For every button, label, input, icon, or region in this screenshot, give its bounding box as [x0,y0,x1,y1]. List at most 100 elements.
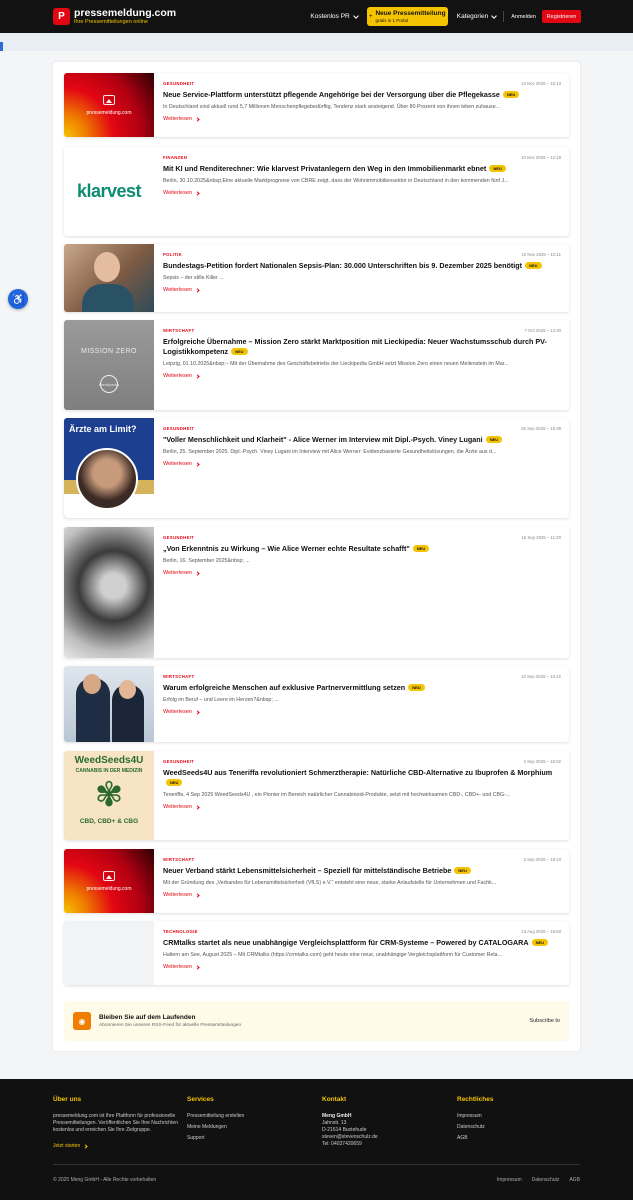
article-title[interactable]: Neuer Verband stärkt Lebensmittelsicherh… [163,866,561,876]
article-title-text: Bundestags-Petition fordert Nationalen S… [163,261,523,270]
footer-link[interactable]: Impressum [457,1113,494,1119]
footer-bottom-bar: © 2025 Meng GmbH - Alle Rechte vorbehalt… [53,1164,580,1183]
article-thumbnail[interactable] [64,921,154,985]
article-title[interactable]: Warum erfolgreiche Menschen auf exklusiv… [163,683,561,693]
article-title-text: „Von Erkenntnis zu Wirkung – Wie Alice W… [163,544,410,553]
article-category[interactable]: TECHNOLOGIE [163,929,198,935]
article-thumbnail[interactable]: WeedSeeds4U CANNABIS IN DER MEDIZIN ✾ CBD, … [64,751,154,840]
article-card[interactable]: POLITIK 10 Nov 2025 – 10:11 Bundestags-Pe… [64,244,569,312]
article-category[interactable]: WIRTSCHAFT [163,857,194,863]
article-card[interactable]: Ärzte am Limit? GESUNDHEIT 25 Sep 2025 – … [64,418,569,518]
article-excerpt: Mit der Gründung des „Verbandes für Lebe… [163,880,497,886]
article-title[interactable]: „Von Erkenntnis zu Wirkung – Wie Alice W… [163,544,561,554]
new-badge: NEU [231,348,248,355]
article-thumbnail[interactable]: Ärzte am Limit? [64,418,154,518]
article-date: 13 Aug 2025 – 19:50 [521,929,561,934]
article-category[interactable]: GESUNDHEIT [163,426,194,432]
article-title-text: WeedSeeds4U aus Teneriffa revolutioniert… [163,768,553,777]
subscribe-title: Bleiben Sie auf dem Laufenden [99,1014,196,1021]
article-title[interactable]: WeedSeeds4U aus Teneriffa revolutioniert… [163,768,561,788]
article-thumbnail[interactable] [64,244,154,312]
info-strip [0,33,633,51]
article-card[interactable]: pressemeldung.com GESUNDHEIT 13 Nov 2025 … [64,73,569,137]
subscribe-link[interactable]: Subscribe to [529,1018,560,1024]
logo-icon[interactable]: P [53,8,70,25]
footer-link[interactable]: Datenschutz [457,1124,494,1130]
article-title[interactable]: Erfolgreiche Übernahme – Mission Zero st… [163,337,561,357]
article-category[interactable]: FINANZEN [163,155,187,161]
cannabis-leaf-icon: ✾ [94,776,124,814]
logo[interactable]: pressemeldung.com Ihre Pressemitteilunge… [74,7,176,26]
article-date: 10 Nov 2025 – 10:11 [521,252,561,257]
thumbnail-sublabel: CANNABIS IN DER MEDIZIN [75,768,143,774]
article-card[interactable]: WeedSeeds4U CANNABIS IN DER MEDIZIN ✾ CBD, … [64,751,569,840]
footer-bottom-link[interactable]: AGB [569,1177,580,1183]
article-card[interactable]: pressemeldung.com WIRTSCHAFT 3 Sep 2025 –… [64,849,569,913]
footer-bottom-link[interactable]: Datenschutz [532,1177,560,1183]
read-more-link[interactable]: Weiterlesen [163,287,561,293]
article-thumbnail[interactable]: pressemeldung.com [64,73,154,137]
article-title-text: "Voller Menschlichkeit und Klarheit" - A… [163,435,483,444]
read-more-label: Weiterlesen [163,287,192,293]
article-card[interactable]: WIRTSCHAFT 12 Sep 2025 – 10:42 Warum erfo… [64,666,569,742]
read-more-link[interactable]: Weiterlesen [163,804,561,810]
article-card[interactable]: GESUNDHEIT 16 Sep 2025 – 11:20 „Von Erken… [64,527,569,658]
article-thumbnail[interactable]: pressemeldung.com [64,849,154,913]
read-more-link[interactable]: Weiterlesen [163,461,561,467]
login-link[interactable]: Anmelden [511,14,536,20]
article-thumbnail[interactable] [64,666,154,742]
footer-link[interactable]: Support [187,1135,244,1141]
thumbnail-label: pressemeldung.com [86,109,132,116]
logo-tagline: Ihre Pressemitteilungen online [74,18,148,25]
article-thumbnail[interactable]: MISSION ZERO Lieckipedia [64,320,154,410]
article-category[interactable]: WIRTSCHAFT [163,328,194,334]
subscribe-description: Abonnieren Sie unseren RSS-Feed für aktu… [99,1023,242,1028]
read-more-link[interactable]: Weiterlesen [163,116,561,122]
footer-legal: Rechtliches Impressum Datenschutz AGB [457,1096,494,1146]
article-category[interactable]: WIRTSCHAFT [163,674,194,680]
article-card[interactable]: klarvest FINANZEN 10 Nov 2025 – 12:18 Mit… [64,147,569,236]
new-badge: NEU [502,91,520,98]
new-release-title: Neue Pressemitteilung [375,9,446,17]
read-more-label: Weiterlesen [163,892,192,898]
article-category[interactable]: GESUNDHEIT [163,535,194,541]
article-title[interactable]: Bundestags-Petition fordert Nationalen S… [163,261,561,271]
article-category[interactable]: GESUNDHEIT [163,81,194,87]
article-card[interactable]: TECHNOLOGIE 13 Aug 2025 – 19:50 CRMtalks … [64,921,569,985]
new-badge: NEU [485,436,503,443]
get-started-link[interactable]: Jetzt starten [53,1143,178,1149]
article-title[interactable]: Neue Service-Plattform unterstützt pfleg… [163,90,561,100]
new-press-release-button[interactable]: + Neue Pressemitteilung gratis in 1 Port… [366,7,448,26]
read-more-link[interactable]: Weiterlesen [163,964,561,970]
read-more-link[interactable]: Weiterlesen [163,190,561,196]
nav-free-pr[interactable]: Kostenlos PR [310,12,359,20]
article-title[interactable]: "Voller Menschlichkeit und Klarheit" - A… [163,435,561,445]
read-more-link[interactable]: Weiterlesen [163,570,561,576]
image-placeholder-icon [103,870,115,881]
accessibility-icon[interactable]: ♿ [8,289,28,309]
nav-categories[interactable]: Kategorien [457,12,498,20]
read-more-link[interactable]: Weiterlesen [163,709,561,715]
chevron-right-icon [195,709,200,715]
read-more-link[interactable]: Weiterlesen [163,373,561,379]
article-title[interactable]: CRMtalks startet als neue unabhängige Ve… [163,938,561,948]
thumbnail-logo: Lieckipedia [99,375,119,393]
footer-link[interactable]: Pressemitteilung erstellen [187,1113,244,1119]
read-more-link[interactable]: Weiterlesen [163,892,561,898]
article-thumbnail[interactable]: klarvest [64,147,154,236]
article-thumbnail[interactable] [64,527,154,658]
article-card[interactable]: MISSION ZERO Lieckipedia WIRTSCHAFT 7 Oct … [64,320,569,410]
nav-free-pr-label: Kostenlos PR [310,13,350,20]
register-button[interactable]: Registrieren [542,10,581,23]
contact-email[interactable]: steven@stevenschulz.de [322,1134,378,1141]
article-title[interactable]: Mit KI und Renditerechner: Wie klarvest … [163,164,561,174]
footer-link[interactable]: AGB [457,1135,494,1141]
footer-bottom-link[interactable]: Impressum [497,1177,522,1183]
footer-link[interactable]: Meine Meldungen [187,1124,244,1130]
article-category[interactable]: POLITIK [163,252,182,258]
article-list-container: pressemeldung.com GESUNDHEIT 13 Nov 2025 … [53,62,580,1051]
article-date: 7 Oct 2025 – 14:30 [524,328,561,333]
contact-phone[interactable]: Tel: 04037420659 [322,1141,378,1148]
article-category[interactable]: GESUNDHEIT [163,759,194,765]
article-date: 4 Sep 2025 – 16:02 [523,759,561,764]
